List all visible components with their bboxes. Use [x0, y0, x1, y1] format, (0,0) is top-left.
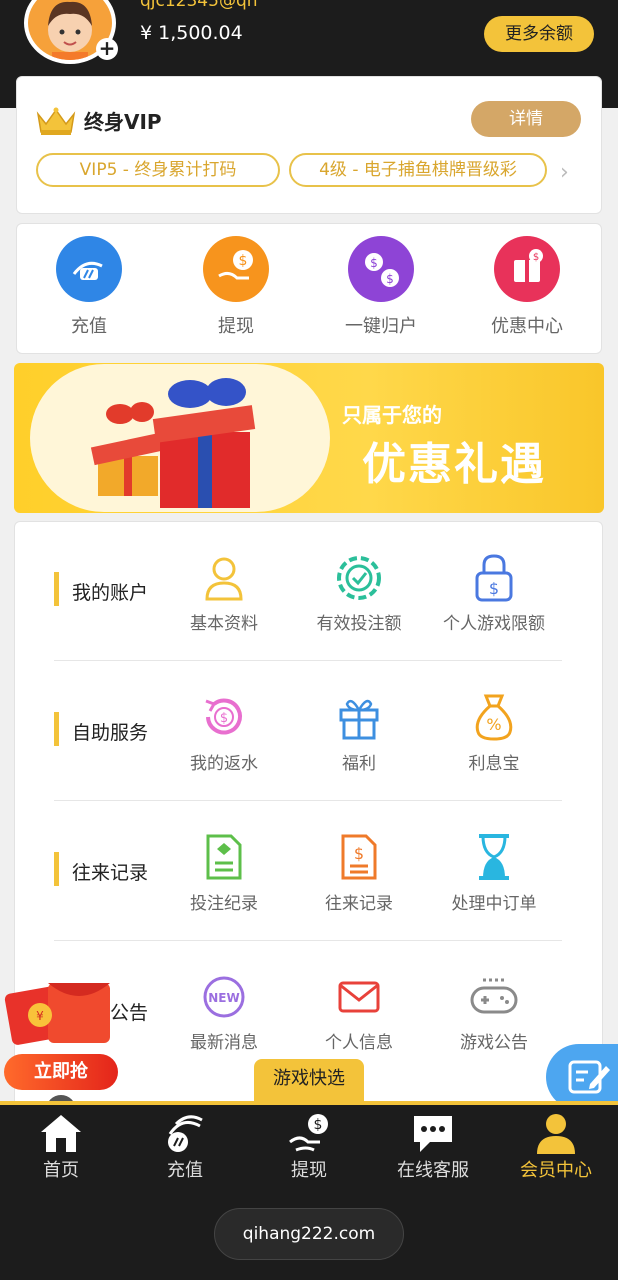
- welfare-label[interactable]: 福利: [294, 749, 424, 774]
- banner-subtitle: 只属于您的: [342, 403, 442, 427]
- svg-text:$: $: [314, 1117, 323, 1133]
- svg-text:$: $: [354, 844, 364, 863]
- svg-text:$: $: [370, 256, 378, 270]
- username: qjc12345@qh: [140, 0, 258, 11]
- more-balance-button[interactable]: 更多余额: [484, 16, 594, 52]
- crown-icon: [36, 107, 76, 135]
- add-avatar-icon[interactable]: +: [96, 38, 118, 60]
- vip-card: [16, 76, 602, 214]
- grab-red-packet-button[interactable]: 立即抢: [4, 1054, 118, 1090]
- game-limit-label[interactable]: 个人游戏限额: [429, 609, 559, 634]
- bet-record-icon[interactable]: [205, 833, 243, 881]
- user-icon[interactable]: [203, 555, 245, 601]
- lock-dollar-icon[interactable]: $: [474, 553, 514, 603]
- section-divider: [54, 800, 562, 801]
- svg-text:%: %: [486, 715, 501, 734]
- vip-title: 终身VIP: [84, 110, 162, 134]
- withdraw-icon: $: [289, 1114, 328, 1152]
- tab-label: 在线客服: [397, 1160, 469, 1181]
- svg-text:$: $: [533, 252, 539, 263]
- section-accent-bar: [54, 852, 59, 886]
- tab-member-center[interactable]: 会员中心: [506, 1110, 606, 1181]
- interest-label[interactable]: 利息宝: [429, 749, 559, 774]
- transaction-record-label[interactable]: 往来记录: [294, 889, 424, 914]
- url-bar[interactable]: qihang222.com: [214, 1208, 404, 1260]
- transfer-label[interactable]: 一键归户: [311, 312, 451, 338]
- section-divider: [54, 660, 562, 661]
- gift-box-illustration: [90, 378, 256, 508]
- svg-text:$: $: [386, 272, 394, 286]
- svg-text:$: $: [489, 579, 499, 598]
- svg-text:NEW: NEW: [208, 991, 239, 1005]
- section-accent-bar: [54, 572, 59, 606]
- balance: ¥ 1,500.04: [140, 22, 243, 44]
- promo-label[interactable]: 优惠中心: [457, 312, 597, 338]
- section-title-self-service: 自助服务: [72, 722, 149, 744]
- valid-bet-label[interactable]: 有效投注额: [294, 609, 424, 634]
- deposit-icon[interactable]: [56, 236, 122, 302]
- transaction-record-icon[interactable]: $: [340, 833, 378, 881]
- withdraw-icon[interactable]: $: [203, 236, 269, 302]
- svg-text:$: $: [220, 711, 228, 726]
- svg-text:¥: ¥: [36, 1009, 44, 1023]
- bet-record-label[interactable]: 投注纪录: [159, 889, 289, 914]
- tab-label: 提现: [291, 1160, 327, 1181]
- chevron-right-icon[interactable]: ›: [560, 160, 569, 185]
- tab-label: 充值: [167, 1160, 203, 1181]
- money-bag-icon[interactable]: %: [472, 692, 516, 742]
- promo-icon[interactable]: $: [494, 236, 560, 302]
- red-packet-icon[interactable]: ¥: [0, 975, 120, 1055]
- section-title-account: 我的账户: [72, 582, 149, 604]
- new-badge-icon[interactable]: NEW: [202, 975, 246, 1019]
- hourglass-icon[interactable]: [476, 833, 512, 881]
- svg-text:$: $: [239, 253, 248, 269]
- withdraw-label[interactable]: 提现: [166, 312, 306, 338]
- section-accent-bar: [54, 712, 59, 746]
- deposit-icon: [168, 1115, 203, 1152]
- section-title-records: 往来记录: [72, 862, 149, 884]
- rebate-label[interactable]: 我的返水: [159, 749, 289, 774]
- personal-info-label[interactable]: 个人信息: [294, 1028, 424, 1053]
- vip-level-chip[interactable]: VIP5 - 终身累计打码: [36, 153, 280, 187]
- tab-home[interactable]: 首页: [11, 1110, 111, 1181]
- pending-order-label[interactable]: 处理中订单: [429, 889, 559, 914]
- chat-icon: [414, 1116, 452, 1152]
- tab-withdraw[interactable]: $ 提现: [259, 1110, 359, 1181]
- tab-label: 会员中心: [520, 1160, 592, 1181]
- transfer-icon[interactable]: $ $: [348, 236, 414, 302]
- gamepad-icon[interactable]: [469, 976, 519, 1016]
- rebate-icon[interactable]: $: [200, 693, 248, 741]
- tab-customer-service[interactable]: 在线客服: [383, 1110, 483, 1181]
- game-level-chip[interactable]: 4级 - 电子捕鱼棋牌晋级彩: [289, 153, 547, 187]
- tab-bar-accent: [0, 1101, 618, 1105]
- home-icon: [41, 1115, 81, 1152]
- chip-icon[interactable]: [335, 554, 383, 602]
- mail-icon[interactable]: [337, 980, 381, 1014]
- deposit-label[interactable]: 充值: [19, 312, 159, 338]
- tab-label: 首页: [43, 1160, 79, 1181]
- basic-info-label[interactable]: 基本资料: [159, 609, 289, 634]
- game-quick-select-tab[interactable]: 游戏快选: [254, 1059, 364, 1101]
- section-divider: [54, 940, 562, 941]
- tab-deposit[interactable]: 充值: [135, 1110, 235, 1181]
- gift-icon[interactable]: [337, 694, 381, 740]
- edit-icon: [568, 1060, 610, 1094]
- member-icon: [537, 1114, 575, 1154]
- game-notice-label[interactable]: 游戏公告: [429, 1028, 559, 1053]
- banner-title: 优惠礼遇: [362, 439, 546, 490]
- vip-detail-button[interactable]: 详情: [471, 101, 581, 137]
- latest-news-label[interactable]: 最新消息: [159, 1028, 289, 1053]
